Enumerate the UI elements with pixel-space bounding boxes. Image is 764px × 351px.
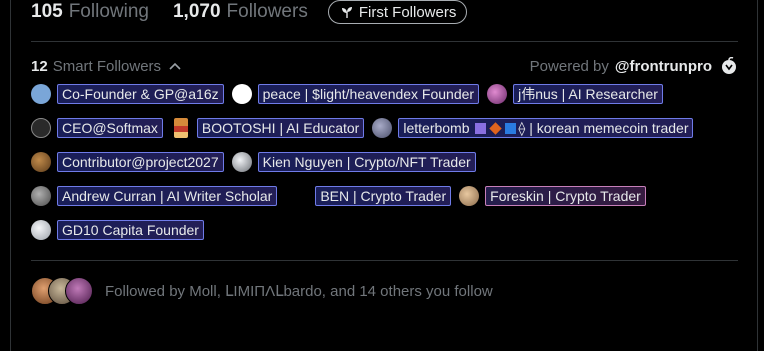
smart-follower[interactable]: CEO@Softmax [31,118,163,138]
powered-by-label: Powered by [529,57,609,75]
smart-followers-row: Co-Founder & GP@a16z peace | $light/heav… [31,83,671,105]
smart-follower[interactable]: BEN | Crypto Trader [289,186,452,206]
avatar [487,84,508,104]
smart-followers-header: 12 Smart Followers Powered by @frontrunp… [31,55,738,77]
avatar [231,84,252,104]
avatar [289,186,310,206]
smart-followers-row: Andrew Curran | AI Writer Scholar BEN | … [31,185,654,207]
follower-label: letterbomb ⟠ | korean memecoin trader [398,118,694,138]
smart-follower[interactable]: j伟nus | AI Researcher [487,84,663,104]
follower-label: Andrew Curran | AI Writer Scholar [57,186,278,206]
orange-diamond-icon [489,122,503,135]
smart-follower[interactable]: Contributor@project2027 [31,152,224,172]
smart-follower[interactable]: Foreskin | Crypto Trader [459,186,646,206]
avatar-stack [31,277,93,305]
frontrun-logo-icon [722,57,736,74]
follower-label: Foreskin | Crypto Trader [485,186,646,206]
follower-label: CEO@Softmax [57,118,163,138]
smart-follower[interactable]: BOOTOSHI | AI Educator [171,118,365,138]
ethereum-icon: ⟠ [518,120,526,136]
follow-stats: 105 Following 1,070 Followers First Foll… [31,0,468,24]
avatar [231,152,252,172]
smart-follower[interactable]: GD10 Capita Founder [31,220,204,240]
smart-followers-row: Contributor@project2027 Kien Nguyen | Cr… [31,151,484,173]
right-border [757,0,758,351]
left-border [10,0,11,351]
avatar [65,277,93,305]
first-followers-button[interactable]: First Followers [327,0,468,24]
follower-label: Co-Founder & GP@a16z [57,84,224,104]
follower-label: GD10 Capita Founder [57,220,204,240]
smart-followers-count: 12 [31,57,48,75]
followers-label: Followers [226,1,308,22]
followed-by-text: Followed by Moll, ᒪIMIΠΛᒪbardo, and 14 o… [105,283,493,300]
seedling-icon [341,7,352,18]
smart-follower[interactable]: letterbomb ⟠ | korean memecoin trader [372,118,694,138]
following-count: 105 [31,1,63,22]
follower-label: BEN | Crypto Trader [315,186,452,206]
avatar [31,220,51,240]
follower-name: letterbomb [403,120,470,136]
smart-followers-row: GD10 Capita Founder [31,219,212,241]
followed-by[interactable]: Followed by Moll, ᒪIMIΠΛᒪbardo, and 14 o… [31,277,493,305]
powered-by: Powered by @frontrunpro [530,57,738,75]
powered-by-brand[interactable]: @frontrunpro [615,58,712,75]
followers-stat[interactable]: 1,070 Followers [173,1,308,23]
smart-follower[interactable]: peace | $light/heavendex Founder [231,84,480,104]
following-label: Following [68,1,149,22]
chevron-up-icon[interactable] [169,61,181,71]
avatar [31,84,51,104]
smart-followers-row: CEO@Softmax BOOTOSHI | AI Educator lette… [31,117,701,139]
purple-square-icon [475,123,487,134]
smart-follower[interactable]: Andrew Curran | AI Writer Scholar [31,186,278,206]
first-followers-label: First Followers [358,3,457,21]
blue-square-icon [505,123,517,134]
follower-suffix: | korean memecoin trader [529,120,689,136]
follower-label: BOOTOSHI | AI Educator [196,118,365,138]
smart-follower[interactable]: Kien Nguyen | Crypto/NFT Trader [231,152,476,172]
avatar [372,118,393,138]
following-stat[interactable]: 105 Following [31,1,149,23]
follower-label: peace | $light/heavendex Founder [257,84,480,104]
divider-top [31,41,738,42]
followers-count: 1,070 [172,1,221,22]
follower-label: j伟nus | AI Researcher [513,84,663,104]
follower-label: Contributor@project2027 [57,152,224,172]
avatar [173,118,188,138]
smart-followers-label: Smart Followers [52,57,162,75]
avatar [31,118,51,138]
avatar [31,186,51,206]
smart-follower[interactable]: Co-Founder & GP@a16z [31,84,224,104]
avatar [31,152,51,172]
follower-label: Kien Nguyen | Crypto/NFT Trader [257,152,476,172]
avatar [459,186,480,206]
divider-bottom [31,260,738,261]
smart-followers-toggle[interactable]: 12 Smart Followers [31,58,181,75]
